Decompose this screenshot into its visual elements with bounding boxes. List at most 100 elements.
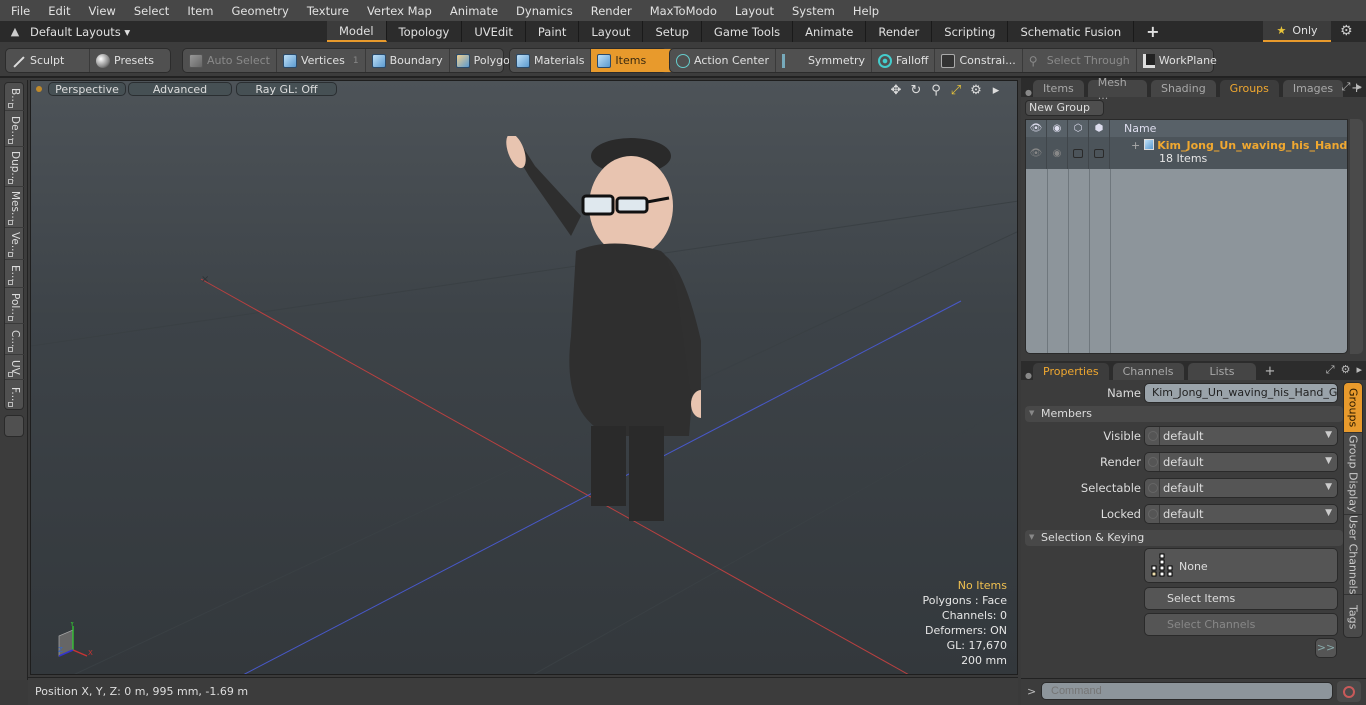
layout-tab-render[interactable]: Render: [866, 21, 933, 42]
viewport-gear-icon[interactable]: ⚙: [969, 83, 983, 98]
3d-viewport[interactable]: × Perspective Advanced Ray GL: Off ✥ ↻ ⚲…: [30, 80, 1018, 675]
tab-mesh[interactable]: Mesh ...: [1087, 76, 1147, 102]
more-button[interactable]: >>: [1315, 638, 1337, 658]
maximize-icon[interactable]: ⤢: [949, 83, 963, 98]
menu-item[interactable]: Item: [176, 4, 220, 18]
boundary-button[interactable]: Boundary: [366, 49, 450, 72]
members-section-header[interactable]: Members: [1025, 406, 1343, 422]
default-layouts-dropdown[interactable]: Default Layouts ▾: [30, 25, 326, 39]
menu-file[interactable]: File: [0, 4, 37, 18]
viewport-menu-arrow-icon[interactable]: ▸: [989, 83, 1003, 98]
gear-icon[interactable]: ⚙: [1340, 23, 1353, 39]
side-tab-groups[interactable]: Groups: [1344, 383, 1362, 433]
layout-tab-layout[interactable]: Layout: [579, 21, 644, 42]
left-tab-edge[interactable]: E...: [5, 260, 25, 288]
visibility-eye-icon[interactable]: 👁: [1026, 120, 1047, 137]
left-tab-polygon[interactable]: Pol...: [5, 288, 25, 324]
name-field[interactable]: Kim_Jong_Un_waving_his_Hand_Glasses: [1144, 383, 1338, 403]
select-channels-button[interactable]: Select Channels: [1144, 613, 1338, 636]
keying-none-button[interactable]: None: [1144, 548, 1338, 583]
menu-layout[interactable]: Layout: [724, 4, 781, 18]
menu-select[interactable]: Select: [123, 4, 176, 18]
groups-scrollbar[interactable]: [1350, 119, 1363, 354]
auto-select-button[interactable]: Auto Select: [183, 49, 277, 72]
pan-icon[interactable]: ✥: [889, 83, 903, 98]
menu-view[interactable]: View: [78, 4, 123, 18]
command-input[interactable]: [1041, 682, 1333, 700]
left-tab-duplicate[interactable]: Dup...: [5, 147, 25, 187]
expand-icon[interactable]: ⤢: [1326, 363, 1335, 377]
layout-tab-uvedit[interactable]: UVEdit: [462, 21, 526, 42]
items-button[interactable]: Items 5: [591, 49, 680, 72]
row-selectable-toggle[interactable]: [1068, 137, 1089, 169]
locked-dropdown[interactable]: default ▼: [1144, 504, 1338, 524]
row-lock-toggle[interactable]: [1089, 137, 1110, 169]
presets-button[interactable]: Presets: [90, 49, 160, 72]
group-row[interactable]: 👁 ◉ + Kim_Jong_Un_waving_his_Hand... 18 I…: [1026, 137, 1347, 169]
add-layout-tab-button[interactable]: +: [1134, 21, 1171, 42]
perspective-button[interactable]: Perspective: [48, 82, 126, 96]
menu-edit[interactable]: Edit: [37, 4, 77, 18]
selectable-dropdown[interactable]: default ▼: [1144, 478, 1338, 498]
selectable-cube-icon[interactable]: ⬡: [1068, 120, 1089, 137]
viewport-status-dot[interactable]: [36, 86, 42, 92]
tab-images[interactable]: Images: [1282, 80, 1344, 97]
tab-items[interactable]: Items: [1033, 80, 1084, 97]
symmetry-button[interactable]: Symmetry: [776, 49, 872, 72]
expand-icon[interactable]: ⤢: [1342, 80, 1351, 94]
left-tab-uv[interactable]: UV: [5, 355, 25, 380]
left-tab-vertex[interactable]: Ve...: [5, 228, 25, 260]
shading-button[interactable]: Advanced: [128, 82, 232, 96]
character-model[interactable]: [461, 136, 701, 536]
action-center-button[interactable]: Action Center: [670, 49, 776, 72]
layout-tab-setup[interactable]: Setup: [643, 21, 702, 42]
tab-channels[interactable]: Channels: [1112, 363, 1184, 380]
tab-lists[interactable]: Lists: [1187, 363, 1257, 380]
layout-tab-schematic-fusion[interactable]: Schematic Fusion: [1008, 21, 1135, 42]
side-tab-tags[interactable]: Tags: [1344, 595, 1362, 637]
left-tab-basic[interactable]: B...: [5, 83, 25, 111]
layout-tab-game-tools[interactable]: Game Tools: [701, 21, 794, 42]
left-tab-mesh-edit[interactable]: Mes...: [5, 187, 25, 228]
group-item[interactable]: + Kim_Jong_Un_waving_his_Hand... 18 Items: [1131, 139, 1347, 165]
row-visibility-icon[interactable]: 👁: [1026, 137, 1047, 169]
raygl-button[interactable]: Ray GL: Off: [236, 82, 337, 96]
layout-tab-topology[interactable]: Topology: [386, 21, 463, 42]
left-tab-extra[interactable]: [4, 415, 24, 437]
vertices-button[interactable]: Vertices 1: [277, 49, 366, 72]
menu-help[interactable]: Help: [842, 4, 886, 18]
sculpt-button[interactable]: Sculpt: [6, 49, 90, 72]
render-camera-icon[interactable]: ◉: [1047, 120, 1068, 137]
name-column-header[interactable]: Name: [1110, 120, 1156, 137]
expand-plus-icon[interactable]: +: [1131, 139, 1140, 152]
side-tab-user-channels[interactable]: User Channels: [1344, 515, 1362, 595]
layout-tab-animate[interactable]: Animate: [793, 21, 867, 42]
tab-properties[interactable]: Properties: [1033, 363, 1109, 380]
layout-tab-scripting[interactable]: Scripting: [932, 21, 1009, 42]
menu-render[interactable]: Render: [580, 4, 639, 18]
menu-dynamics[interactable]: Dynamics: [505, 4, 580, 18]
left-tab-deform[interactable]: De...: [5, 111, 25, 147]
panel-arrow-icon[interactable]: ▸: [1356, 80, 1362, 94]
collapse-up-icon[interactable]: ▲: [0, 25, 30, 38]
constraints-button[interactable]: Constrai...: [935, 49, 1023, 72]
left-tab-fusion[interactable]: F...: [5, 380, 25, 409]
select-through-button[interactable]: ⚲ Select Through: [1023, 49, 1137, 72]
add-tab-button[interactable]: +: [1260, 363, 1279, 380]
menu-animate[interactable]: Animate: [439, 4, 505, 18]
workplane-button[interactable]: WorkPlane: [1137, 49, 1223, 72]
lock-cube-icon[interactable]: ⬢: [1089, 120, 1110, 137]
row-render-icon[interactable]: ◉: [1047, 137, 1068, 169]
menu-system[interactable]: System: [781, 4, 842, 18]
materials-button[interactable]: Materials: [510, 49, 592, 72]
side-tab-group-display[interactable]: Group Display: [1344, 433, 1362, 515]
menu-texture[interactable]: Texture: [296, 4, 356, 18]
menu-vertex-map[interactable]: Vertex Map: [356, 4, 439, 18]
visible-dropdown[interactable]: default ▼: [1144, 426, 1338, 446]
rotate-icon[interactable]: ↻: [909, 83, 923, 98]
falloff-button[interactable]: Falloff: [872, 49, 936, 72]
new-group-button[interactable]: New Group: [1025, 100, 1104, 116]
menu-geometry[interactable]: Geometry: [221, 4, 296, 18]
properties-gear-icon[interactable]: ⚙: [1341, 363, 1351, 377]
select-items-button[interactable]: Select Items: [1144, 587, 1338, 610]
